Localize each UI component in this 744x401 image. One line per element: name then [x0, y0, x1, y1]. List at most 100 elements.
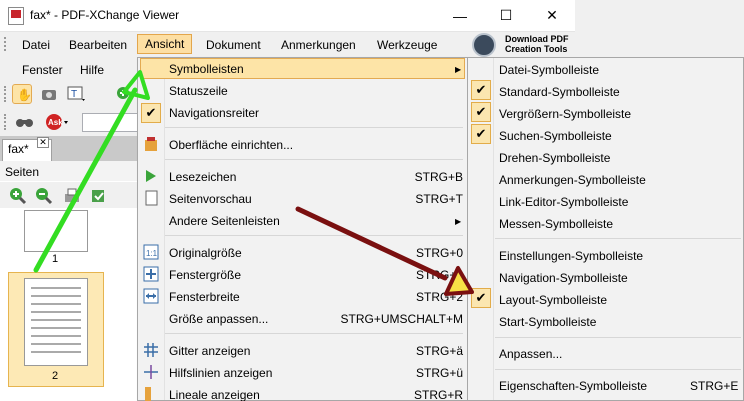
search-input[interactable]: [82, 113, 138, 132]
submenu-item-start[interactable]: Start-Symbolleiste: [499, 315, 596, 329]
menu-separator: [165, 235, 463, 236]
menu-item-seitenvorschau-label: Seitenvorschau: [169, 192, 252, 206]
download-label-line2: Creation Tools: [505, 44, 568, 54]
menu-item-groesse-anpassen-shortcut: STRG+UMSCHALT+M: [340, 312, 463, 326]
download-icon: [472, 33, 496, 57]
menu-hilfe[interactable]: Hilfe: [74, 61, 110, 79]
submenu-item-suchen[interactable]: Suchen-Symbolleiste: [499, 129, 612, 143]
check-icon: ✔: [145, 105, 157, 120]
close-button[interactable]: ✕: [529, 0, 575, 31]
svg-text:Ask: Ask: [48, 118, 63, 127]
menu-item-statuszeile-label: Statuszeile: [169, 84, 228, 98]
submenu-separator: [495, 337, 741, 338]
menu-item-originalgroesse-label: Originalgröße: [169, 246, 242, 260]
submenu-arrow-icon: ▶: [455, 65, 462, 74]
download-label-line1: Download PDF: [505, 34, 569, 44]
text-select-icon[interactable]: T: [66, 84, 86, 104]
menu-item-andere-seitenleisten-label: Andere Seitenleisten: [169, 214, 280, 228]
submenu-item-vergroessern[interactable]: Vergrößern-Symbolleiste: [499, 107, 631, 121]
fit-window-icon: [143, 266, 159, 282]
maximize-button[interactable]: ☐: [483, 0, 529, 31]
submenu-separator: [495, 238, 741, 239]
submenu-item-navigation[interactable]: Navigation-Symbolleiste: [499, 271, 628, 285]
menu-item-lineale-label: Lineale anzeigen: [169, 388, 260, 401]
menu-item-seitenvorschau-shortcut: STRG+T: [415, 192, 463, 206]
ruler-icon: [143, 386, 159, 401]
submenu-item-standard[interactable]: Standard-Symbolleiste: [499, 85, 620, 99]
menu-item-groesse-anpassen-label: Größe anpassen...: [169, 312, 269, 326]
tab-close-icon[interactable]: ✕: [37, 137, 49, 148]
svg-text:1:1: 1:1: [146, 249, 158, 258]
menu-dokument[interactable]: Dokument: [200, 36, 267, 54]
page-thumbnail-2-number: 2: [52, 370, 59, 382]
fit-width-icon: [143, 288, 159, 304]
menu-item-fenstergroesse-label: Fenstergröße: [169, 268, 242, 282]
page-thumbnail-2[interactable]: [24, 278, 88, 366]
minimize-button[interactable]: —: [437, 0, 483, 31]
submenu-separator: [495, 369, 741, 370]
submenu-item-einstellungen[interactable]: Einstellungen-Symbolleiste: [499, 249, 643, 263]
menu-item-fensterbreite-label: Fensterbreite: [169, 290, 240, 304]
menu-item-lesezeichen-label: Lesezeichen: [169, 170, 237, 184]
menu-werkzeuge[interactable]: Werkzeuge: [371, 36, 443, 54]
menu-item-lineale-shortcut: STRG+R: [413, 388, 463, 401]
menu-separator: [165, 127, 463, 128]
submenu-item-eigenschaften-shortcut: STRG+E: [690, 379, 739, 393]
menu-anmerkungen[interactable]: Anmerkungen: [275, 36, 362, 54]
binoculars-icon[interactable]: [14, 112, 34, 132]
menu-item-oberflaeche-label: Oberfläche einrichten...: [169, 138, 294, 152]
actual-size-icon: 1:1: [143, 244, 159, 260]
submenu-item-anpassen[interactable]: Anpassen...: [499, 347, 562, 361]
submenu-item-datei[interactable]: Datei-Symbolleiste: [499, 63, 599, 77]
submenu-arrow-icon: ▶: [455, 217, 462, 226]
snapshot-icon[interactable]: [39, 84, 59, 104]
submenu-item-anmerkungen[interactable]: Anmerkungen-Symbolleiste: [499, 173, 646, 187]
submenu-item-layout[interactable]: Layout-Symbolleiste: [499, 293, 607, 307]
submenu-item-drehen[interactable]: Drehen-Symbolleiste: [499, 151, 610, 165]
menu-fenster[interactable]: Fenster: [16, 61, 69, 79]
submenu-item-messen[interactable]: Messen-Symbolleiste: [499, 217, 613, 231]
page-thumbnail-1[interactable]: [24, 210, 88, 252]
grip-icon: [4, 37, 8, 51]
ask-search-icon[interactable]: Ask: [44, 112, 68, 132]
menu-item-hilfslinien-label: Hilfslinien anzeigen: [169, 366, 273, 380]
check-icon: ✔: [475, 126, 487, 141]
hand-glyph-icon: ✋: [17, 88, 32, 102]
menu-ansicht[interactable]: Ansicht: [137, 34, 193, 54]
menu-datei[interactable]: Datei: [16, 36, 56, 54]
page-preview-icon: [143, 190, 159, 206]
grid-icon: [143, 342, 159, 358]
thumb-zoom-in-icon[interactable]: [8, 186, 28, 209]
menu-separator: [165, 159, 463, 160]
menu-item-gitter-label: Gitter anzeigen: [169, 344, 251, 358]
print-pages-icon[interactable]: [62, 186, 82, 209]
bookmark-icon: [143, 168, 159, 184]
pages-panel-title: Seiten: [5, 165, 40, 179]
menu-item-gitter-shortcut: STRG+ä: [415, 344, 463, 358]
menu-item-lesezeichen-shortcut: STRG+B: [414, 170, 463, 184]
menu-bearbeiten[interactable]: Bearbeiten: [63, 36, 133, 54]
window-title: fax* - PDF-XChange Viewer: [30, 8, 180, 22]
customize-ui-icon: [143, 136, 159, 152]
menu-item-originalgroesse-shortcut: STRG+0: [415, 246, 463, 260]
menu-item-fenstergroesse-shortcut: STRG+1: [415, 268, 463, 282]
check-icon: ✔: [475, 290, 487, 305]
guides-icon: [143, 364, 159, 380]
submenu-icon-gutter: [493, 58, 494, 400]
submenu-item-link-editor[interactable]: Link-Editor-Symbolleiste: [499, 195, 628, 209]
thumb-zoom-out-icon[interactable]: [34, 186, 54, 209]
grip-icon: [4, 86, 8, 102]
page-properties-icon[interactable]: [88, 186, 108, 209]
menu-item-fensterbreite-shortcut: STRG+2: [415, 290, 463, 304]
menu-item-hilfslinien-shortcut: STRG+ü: [415, 366, 463, 380]
menu-item-symbolleisten-label: Symbolleisten: [169, 62, 244, 76]
menu-separator: [165, 333, 463, 334]
page-thumbnail-1-number: 1: [52, 253, 59, 265]
check-icon: ✔: [475, 104, 487, 119]
menu-item-navigationsreiter-label: Navigationsreiter: [169, 106, 260, 120]
background-area: [575, 0, 744, 32]
tab-document-label: fax*: [8, 142, 29, 156]
zoom-in-icon[interactable]: [114, 84, 134, 104]
check-icon: ✔: [475, 82, 487, 97]
submenu-item-eigenschaften[interactable]: Eigenschaften-Symbolleiste: [499, 379, 647, 393]
